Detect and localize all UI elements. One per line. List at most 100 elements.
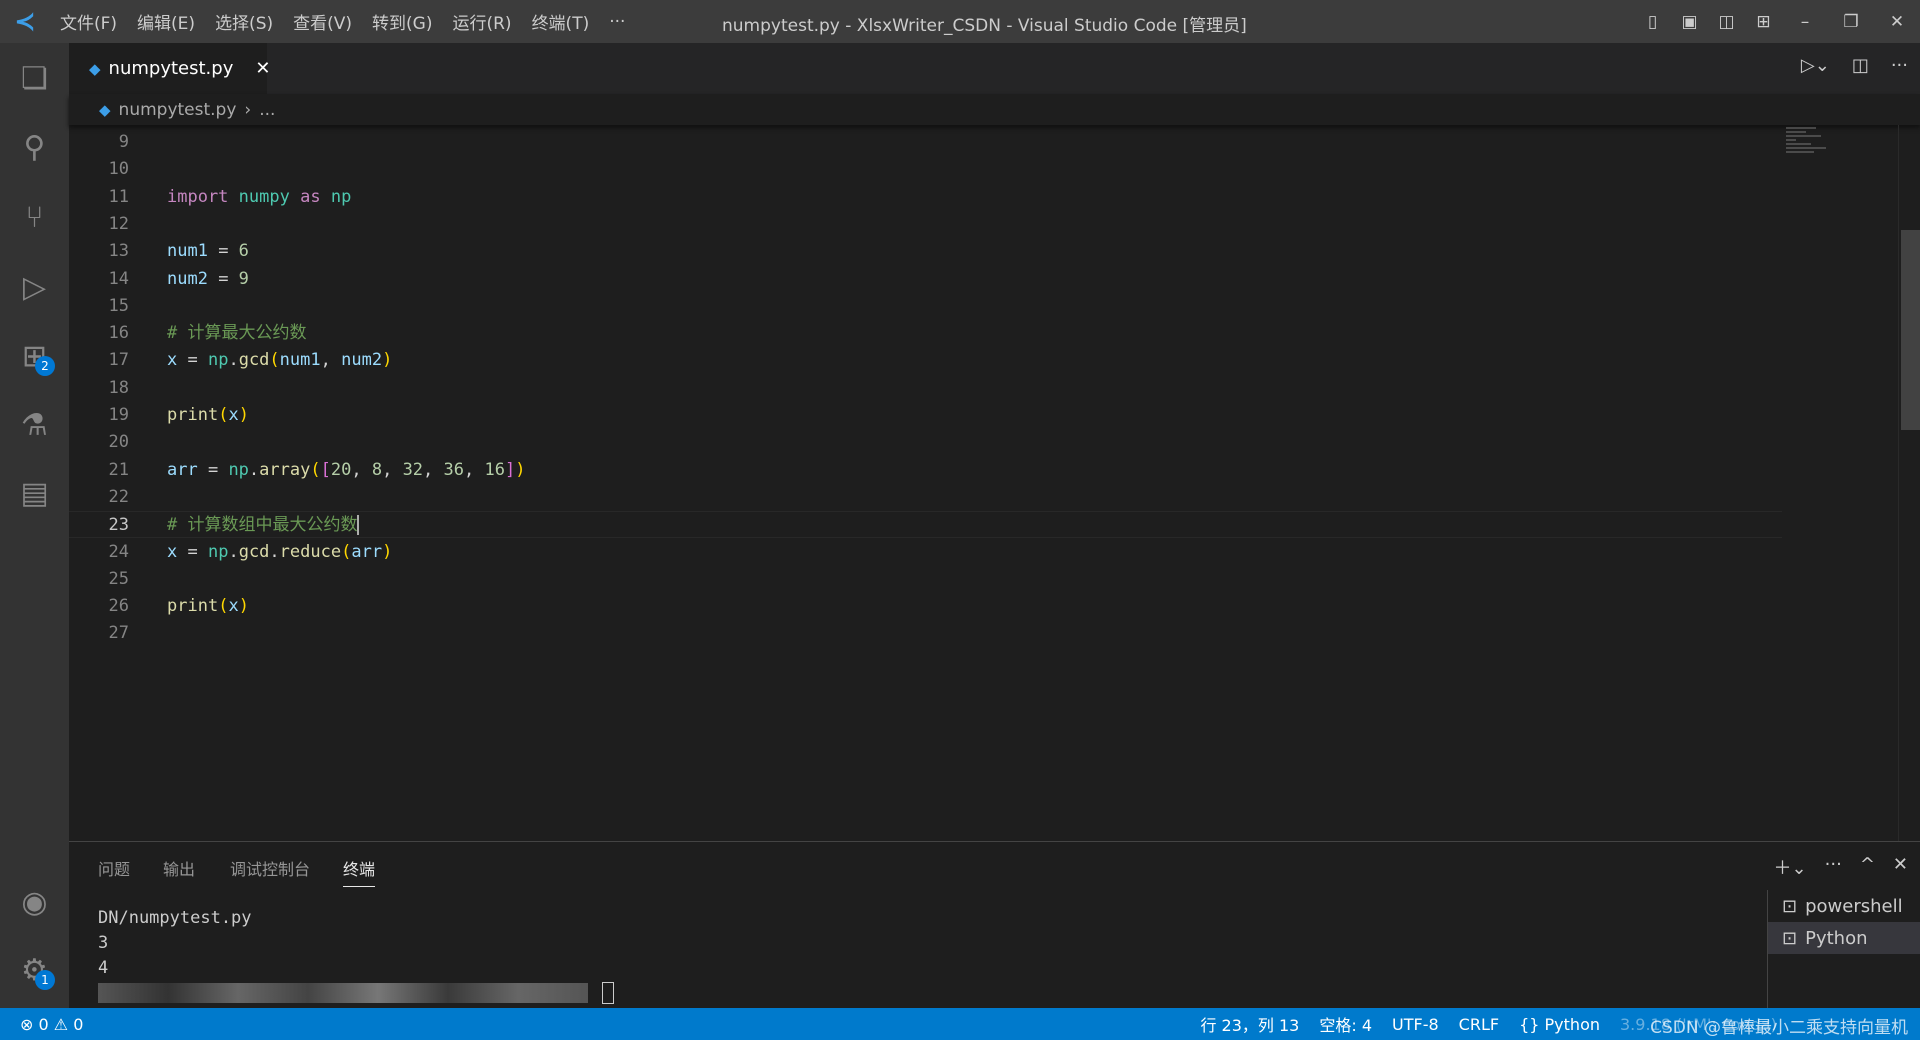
code-line[interactable]: 15 — [69, 293, 1782, 320]
run-file-icon[interactable]: ▷⌄ — [1801, 55, 1830, 76]
breadcrumb-symbols[interactable]: ... — [259, 100, 275, 120]
remote-explorer-icon[interactable]: ▤ — [0, 463, 69, 523]
toggle-panel-icon[interactable]: ▣ — [1671, 12, 1708, 32]
line-number: 14 — [108, 268, 129, 289]
menu-selection[interactable]: 选择(S) — [205, 9, 283, 34]
code-line[interactable]: 23 # 计算数组中最大公约数 — [69, 511, 1782, 539]
minimap[interactable] — [1782, 125, 1898, 841]
tab-output[interactable]: 输出 — [163, 856, 195, 880]
language-label: Python — [1544, 1014, 1600, 1034]
terminal-item-powershell[interactable]: ⊡ powershell — [1768, 890, 1920, 922]
run-debug-icon[interactable]: ▷ — [0, 257, 69, 317]
tab-numpytest[interactable]: ◆ numpytest.py ✕ — [69, 43, 270, 94]
line-number: 9 — [118, 132, 129, 152]
cursor-position[interactable]: 行 23，列 13 — [1190, 1012, 1309, 1036]
editor-more-icon[interactable]: ··· — [1891, 55, 1908, 76]
split-editor-icon[interactable]: ◫ — [1852, 55, 1869, 76]
line-code: import numpy as np — [167, 186, 352, 207]
code-line[interactable]: 17 x = np.gcd(num1, num2) — [69, 347, 1782, 374]
tab-problems[interactable]: 问题 — [98, 856, 130, 880]
code-line[interactable]: 12 — [69, 211, 1782, 238]
python-file-icon: ◆ — [89, 59, 101, 78]
customize-layout-icon[interactable]: ⊞ — [1745, 12, 1782, 32]
code-line[interactable]: 10 — [69, 156, 1782, 183]
toggle-secondary-sidebar-icon[interactable]: ◫ — [1708, 12, 1745, 32]
line-number: 18 — [108, 377, 129, 398]
extensions-icon[interactable]: ⊞ 2 — [0, 326, 69, 386]
panel-more-icon[interactable]: ··· — [1825, 854, 1842, 880]
editor-scrollbar[interactable] — [1898, 125, 1920, 841]
tab-debug-console[interactable]: 调试控制台 — [230, 856, 310, 880]
language-mode[interactable]: {} Python — [1509, 1015, 1610, 1034]
terminal-output[interactable]: DN/numpytest.py 3 4 — [98, 906, 614, 1006]
code-line[interactable]: 22 — [69, 484, 1782, 511]
testing-icon[interactable]: ⚗ — [0, 395, 69, 455]
tab-label: numpytest.py — [108, 58, 234, 79]
code-line[interactable]: 25 — [69, 566, 1782, 593]
error-count: 0 — [38, 1014, 49, 1034]
line-number: 19 — [108, 405, 129, 425]
line-number: 15 — [108, 295, 129, 316]
terminal-icon: ⊡ — [1782, 895, 1798, 917]
terminal-item-python[interactable]: ⊡ Python — [1768, 922, 1920, 954]
breadcrumb: ◆ numpytest.py › ... — [69, 94, 1920, 125]
line-number: 11 — [108, 186, 129, 207]
code-line[interactable]: 18 — [69, 375, 1782, 402]
settings-badge: 1 — [35, 970, 55, 990]
code-editor[interactable]: 9 10 11 import numpy as np 12 13 num1 = 6 14 num… — [69, 125, 1782, 841]
menu-file[interactable]: 文件(F) — [50, 9, 127, 34]
settings-gear-icon[interactable]: ⚙ 1 — [0, 940, 69, 1000]
menu-edit[interactable]: 编辑(E) — [127, 9, 205, 34]
line-number: 20 — [108, 432, 129, 453]
maximize-panel-icon[interactable]: ^ — [1860, 854, 1875, 880]
code-line[interactable]: 20 — [69, 429, 1782, 456]
menu-run[interactable]: 运行(R) — [442, 9, 521, 34]
indentation[interactable]: 空格: 4 — [1309, 1012, 1382, 1036]
watermark: CSDN @鲁棒最小二乘支持向量机 — [1650, 1018, 1908, 1038]
breadcrumb-file[interactable]: numpytest.py — [119, 100, 237, 120]
code-line[interactable]: 21 arr = np.array([20, 8, 32, 36, 16]) — [69, 457, 1782, 484]
python-file-icon: ◆ — [99, 100, 111, 119]
code-line[interactable]: 26 print(x) — [69, 593, 1782, 620]
line-code: # 计算数组中最大公约数 — [167, 515, 360, 536]
problems-status[interactable]: ⊗ 0 ⚠ 0 — [0, 1015, 93, 1034]
close-window-icon[interactable]: ✕ — [1874, 12, 1920, 32]
minimize-icon[interactable]: – — [1782, 12, 1828, 32]
code-line[interactable]: 9 — [69, 129, 1782, 156]
line-number: 12 — [108, 213, 129, 234]
line-number: 16 — [108, 323, 129, 344]
scrollbar-thumb[interactable] — [1901, 230, 1920, 430]
code-line[interactable]: 11 import numpy as np — [69, 184, 1782, 211]
line-ending[interactable]: CRLF — [1449, 1015, 1509, 1034]
line-number: 21 — [108, 459, 129, 480]
redacted-prompt — [98, 983, 588, 1003]
line-code: num2 = 9 — [167, 268, 249, 289]
code-line[interactable]: 24 x = np.gcd.reduce(arr) — [69, 539, 1782, 566]
accounts-icon[interactable]: ◉ — [0, 872, 69, 932]
line-code: # 计算最大公约数 — [167, 323, 307, 344]
extensions-badge: 2 — [35, 356, 55, 376]
tab-terminal[interactable]: 终端 — [343, 856, 376, 887]
explorer-icon[interactable]: ❏ — [0, 48, 69, 108]
code-line[interactable]: 14 num2 = 9 — [69, 266, 1782, 293]
close-panel-icon[interactable]: ✕ — [1893, 854, 1908, 880]
line-number: 24 — [108, 541, 129, 562]
tab-close-icon[interactable]: ✕ — [255, 58, 270, 79]
toggle-sidebar-icon[interactable]: ▯ — [1634, 12, 1671, 32]
restore-icon[interactable]: ❐ — [1828, 12, 1874, 32]
line-code: x = np.gcd(num1, num2) — [167, 350, 393, 371]
menu-terminal[interactable]: 终端(T) — [522, 9, 600, 34]
search-icon[interactable]: ⚲ — [0, 117, 69, 177]
code-line[interactable]: 13 num1 = 6 — [69, 238, 1782, 265]
encoding[interactable]: UTF-8 — [1382, 1015, 1449, 1034]
new-terminal-icon[interactable]: ＋⌄ — [1774, 854, 1807, 880]
code-line[interactable]: 27 — [69, 620, 1782, 647]
source-control-icon[interactable]: ⑂ — [0, 187, 69, 247]
menu-view[interactable]: 查看(V) — [283, 9, 362, 34]
menu-more[interactable]: ··· — [599, 12, 635, 32]
menu-go[interactable]: 转到(G) — [362, 9, 442, 34]
activity-bar: ❏ ⚲ ⑂ ▷ ⊞ 2 ⚗ ▤ ◉ ⚙ 1 — [0, 43, 69, 1008]
code-line[interactable]: 16 # 计算最大公约数 — [69, 320, 1782, 347]
code-line[interactable]: 19 print(x) — [69, 402, 1782, 429]
line-number: 17 — [108, 350, 129, 371]
